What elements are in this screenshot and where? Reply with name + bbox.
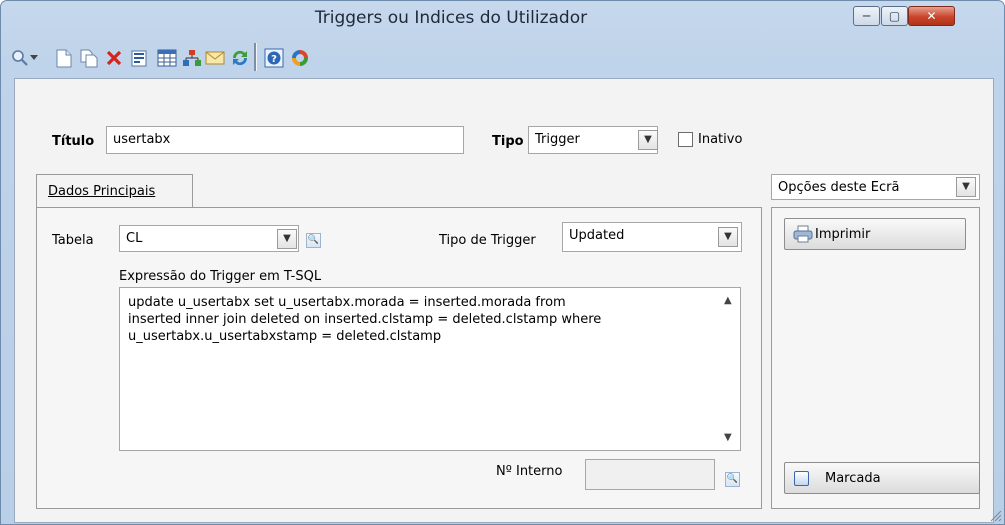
toolbar-separator	[254, 43, 257, 71]
properties-icon[interactable]	[129, 47, 151, 69]
tabela-label: Tabela	[52, 233, 94, 248]
marcada-label: Marcada	[825, 471, 881, 486]
options-select[interactable]: Opções deste Ecrã ▼	[771, 174, 980, 200]
dropdown-arrow-icon[interactable]	[28, 47, 40, 69]
delete-icon[interactable]	[103, 47, 125, 69]
maximize-button[interactable]: ▢	[881, 6, 908, 26]
options-label: Opções deste Ecrã	[778, 180, 900, 195]
scroll-up-icon[interactable]: ▲	[724, 292, 732, 309]
tipo-trigger-select[interactable]: Updated	[562, 222, 742, 252]
network-icon[interactable]	[181, 47, 203, 69]
vertical-scrollbar[interactable]: ▲ ▼	[718, 288, 740, 450]
chevron-down-icon[interactable]: ▼	[638, 130, 658, 150]
tabela-select[interactable]: CL	[119, 225, 299, 252]
expressao-label: Expressão do Trigger em T-SQL	[119, 269, 322, 284]
chevron-down-icon[interactable]: ▼	[956, 177, 976, 197]
sql-expression-textarea[interactable]: update u_usertabx set u_usertabx.morada …	[119, 287, 741, 451]
options-panel: Imprimir Marcada	[771, 207, 980, 509]
grid-icon[interactable]	[156, 47, 178, 69]
tipo-label: Tipo	[492, 134, 524, 149]
imprimir-button[interactable]: Imprimir	[784, 218, 966, 250]
lookup-icon[interactable]: 🔍	[725, 472, 740, 487]
email-icon[interactable]	[204, 47, 226, 69]
titulo-input[interactable]: usertabx	[106, 126, 464, 154]
toolbar: ?	[1, 38, 1004, 78]
tab-dados-principais[interactable]: Dados Principais	[36, 174, 193, 208]
imprimir-label: Imprimir	[815, 227, 871, 242]
resize-grip-icon[interactable]	[990, 510, 1002, 522]
app-window: Triggers ou Indices do Utilizador ─ ▢ ✕	[0, 0, 1005, 525]
copy-document-icon[interactable]	[78, 47, 100, 69]
chevron-down-icon[interactable]: ▼	[277, 229, 297, 249]
printer-icon	[793, 225, 813, 247]
titulo-label: Título	[52, 134, 95, 149]
sync-icon[interactable]	[289, 47, 311, 69]
title-bar[interactable]: Triggers ou Indices do Utilizador ─ ▢ ✕	[1, 1, 1004, 39]
tipo-trigger-label: Tipo de Trigger	[439, 233, 536, 248]
n-interno-input[interactable]	[585, 459, 715, 490]
refresh-icon[interactable]	[229, 47, 251, 69]
help-icon[interactable]: ?	[263, 47, 285, 69]
minimize-button[interactable]: ─	[853, 6, 880, 26]
tab-label: Dados Principais	[48, 184, 156, 199]
close-button[interactable]: ✕	[908, 6, 955, 26]
sql-line: update u_usertabx set u_usertabx.morada …	[128, 295, 566, 310]
sql-line: u_usertabx.u_usertabxstamp = deleted.cls…	[128, 329, 442, 344]
n-interno-label: Nº Interno	[496, 464, 563, 479]
window-title: Triggers ou Indices do Utilizador	[314, 8, 588, 28]
sql-line: inserted inner join deleted on inserted.…	[128, 312, 602, 327]
inativo-checkbox[interactable]	[678, 132, 693, 147]
svg-text:?: ?	[271, 54, 277, 65]
form-client-area: Título usertabx Tipo Trigger ▼ Inativo D…	[14, 78, 994, 523]
inativo-label: Inativo	[698, 132, 743, 147]
marcada-button[interactable]: Marcada	[784, 462, 980, 494]
new-document-icon[interactable]	[53, 47, 75, 69]
checkbox-icon	[794, 471, 809, 486]
chevron-down-icon[interactable]: ▼	[718, 227, 738, 247]
scroll-down-icon[interactable]: ▼	[724, 429, 732, 446]
lookup-icon[interactable]: 🔍	[306, 233, 321, 248]
